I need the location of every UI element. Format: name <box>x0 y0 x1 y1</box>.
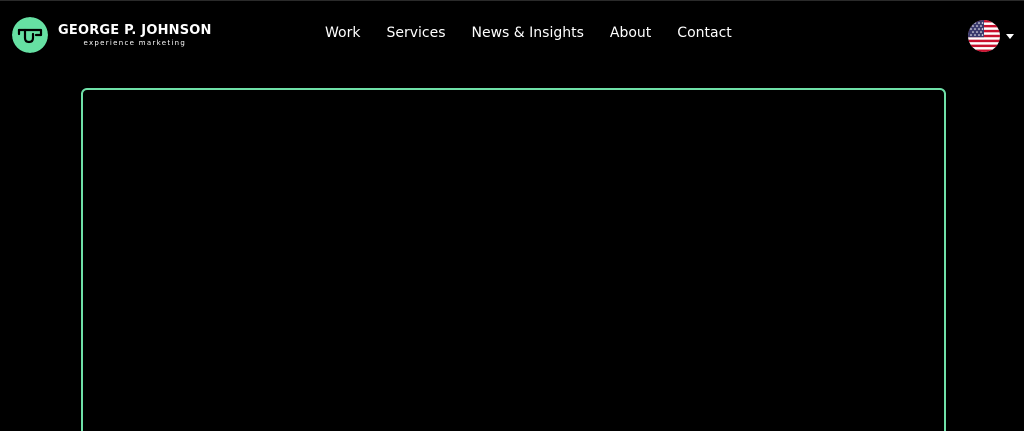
nav-item-about[interactable]: About <box>610 23 651 43</box>
nav-item-contact[interactable]: Contact <box>677 23 731 43</box>
content-frame <box>81 88 946 431</box>
nav-item-news-insights[interactable]: News & Insights <box>472 23 584 43</box>
main-nav: Work Services News & Insights About Cont… <box>325 23 732 43</box>
nav-item-services[interactable]: Services <box>386 23 445 43</box>
brand-name: GEORGE P. JOHNSON <box>58 22 212 38</box>
caret-down-icon <box>1006 33 1014 39</box>
brand-wordmark: GEORGE P. JOHNSON experience marketing <box>58 23 212 48</box>
home-logo-link[interactable]: GEORGE P. JOHNSON experience marketing <box>12 17 212 53</box>
gpj-logo-icon <box>12 17 48 53</box>
site-header: GEORGE P. JOHNSON experience marketing W… <box>0 0 1024 64</box>
us-flag-icon <box>968 20 1000 52</box>
nav-item-work[interactable]: Work <box>325 23 360 43</box>
language-selector[interactable] <box>968 20 1014 52</box>
page: GEORGE P. JOHNSON experience marketing W… <box>0 0 1024 431</box>
brand-tagline: experience marketing <box>83 38 187 47</box>
